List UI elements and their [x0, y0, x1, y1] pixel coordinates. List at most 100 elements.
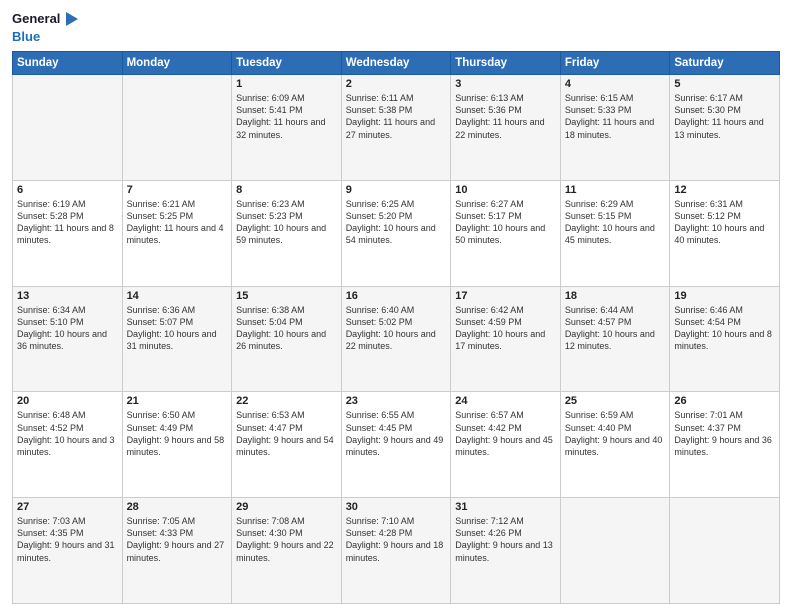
day-of-week-sunday: Sunday — [13, 52, 123, 75]
cell-info: Sunrise: 6:25 AM Sunset: 5:20 PM Dayligh… — [346, 198, 447, 247]
day-of-week-saturday: Saturday — [670, 52, 780, 75]
page: General Blue SundayMondayTuesdayWednesda… — [0, 0, 792, 612]
cell-info: Sunrise: 7:10 AM Sunset: 4:28 PM Dayligh… — [346, 515, 447, 564]
calendar-table: SundayMondayTuesdayWednesdayThursdayFrid… — [12, 51, 780, 604]
calendar-cell: 16Sunrise: 6:40 AM Sunset: 5:02 PM Dayli… — [341, 286, 451, 392]
calendar-cell: 8Sunrise: 6:23 AM Sunset: 5:23 PM Daylig… — [232, 180, 342, 286]
cell-info: Sunrise: 6:53 AM Sunset: 4:47 PM Dayligh… — [236, 409, 337, 458]
calendar-week-row: 27 Sunrise: 7:03 AM Sunset: 4:35 PM Dayli… — [13, 498, 780, 604]
calendar-cell: 18 Sunrise: 6:44 AM Sunset: 4:57 PM Dayli… — [560, 286, 670, 392]
day-number: 13 — [17, 290, 118, 302]
day-number: 20 — [17, 395, 118, 407]
cell-info: Sunrise: 6:46 AM Sunset: 4:54 PM Dayligh… — [674, 304, 775, 353]
logo-general: General — [12, 11, 60, 26]
calendar-cell: 13 Sunrise: 6:34 AM Sunset: 5:10 PM Dayli… — [13, 286, 123, 392]
cell-info: Sunrise: 6:40 AM Sunset: 5:02 PM Dayligh… — [346, 304, 447, 353]
day-number: 17 — [455, 290, 556, 302]
day-number: 8 — [236, 184, 337, 196]
cell-info: Sunrise: 6:17 AM Sunset: 5:30 PM Dayligh… — [674, 92, 775, 141]
cell-info: Sunrise: 6:57 AM Sunset: 4:42 PM Dayligh… — [455, 409, 556, 458]
cell-info: Sunrise: 7:05 AM Sunset: 4:33 PM Dayligh… — [127, 515, 228, 564]
cell-info: Sunrise: 6:34 AM Sunset: 5:10 PM Dayligh… — [17, 304, 118, 353]
calendar-cell: 14Sunrise: 6:36 AM Sunset: 5:07 PM Dayli… — [122, 286, 232, 392]
calendar-cell: 5 Sunrise: 6:17 AM Sunset: 5:30 PM Daylig… — [670, 75, 780, 181]
logo-arrow-icon — [66, 12, 78, 26]
calendar-cell — [560, 498, 670, 604]
day-of-week-tuesday: Tuesday — [232, 52, 342, 75]
cell-info: Sunrise: 6:31 AM Sunset: 5:12 PM Dayligh… — [674, 198, 775, 247]
day-number: 21 — [127, 395, 228, 407]
calendar-cell: 27 Sunrise: 7:03 AM Sunset: 4:35 PM Dayli… — [13, 498, 123, 604]
calendar-cell: 19 Sunrise: 6:46 AM Sunset: 4:54 PM Dayli… — [670, 286, 780, 392]
day-of-week-thursday: Thursday — [451, 52, 561, 75]
day-number: 7 — [127, 184, 228, 196]
cell-info: Sunrise: 7:03 AM Sunset: 4:35 PM Dayligh… — [17, 515, 118, 564]
cell-info: Sunrise: 6:27 AM Sunset: 5:17 PM Dayligh… — [455, 198, 556, 247]
day-number: 31 — [455, 501, 556, 513]
cell-info: Sunrise: 6:59 AM Sunset: 4:40 PM Dayligh… — [565, 409, 666, 458]
day-number: 3 — [455, 78, 556, 90]
cell-info: Sunrise: 6:55 AM Sunset: 4:45 PM Dayligh… — [346, 409, 447, 458]
logo-blue: Blue — [12, 29, 40, 44]
calendar-cell: 1 Sunrise: 6:09 AM Sunset: 5:41 PM Daylig… — [232, 75, 342, 181]
calendar-cell: 30 Sunrise: 7:10 AM Sunset: 4:28 PM Dayli… — [341, 498, 451, 604]
cell-info: Sunrise: 6:09 AM Sunset: 5:41 PM Dayligh… — [236, 92, 337, 141]
calendar-cell: 26 Sunrise: 7:01 AM Sunset: 4:37 PM Dayli… — [670, 392, 780, 498]
day-number: 26 — [674, 395, 775, 407]
cell-info: Sunrise: 6:11 AM Sunset: 5:38 PM Dayligh… — [346, 92, 447, 141]
calendar-cell: 20Sunrise: 6:48 AM Sunset: 4:52 PM Dayli… — [13, 392, 123, 498]
calendar-cell: 3Sunrise: 6:13 AM Sunset: 5:36 PM Daylig… — [451, 75, 561, 181]
day-number: 12 — [674, 184, 775, 196]
day-number: 6 — [17, 184, 118, 196]
day-number: 1 — [236, 78, 337, 90]
calendar-cell: 11Sunrise: 6:29 AM Sunset: 5:15 PM Dayli… — [560, 180, 670, 286]
cell-info: Sunrise: 6:44 AM Sunset: 4:57 PM Dayligh… — [565, 304, 666, 353]
calendar-cell: 22Sunrise: 6:53 AM Sunset: 4:47 PM Dayli… — [232, 392, 342, 498]
cell-info: Sunrise: 6:19 AM Sunset: 5:28 PM Dayligh… — [17, 198, 118, 247]
calendar-cell: 9 Sunrise: 6:25 AM Sunset: 5:20 PM Daylig… — [341, 180, 451, 286]
calendar-cell: 7 Sunrise: 6:21 AM Sunset: 5:25 PM Daylig… — [122, 180, 232, 286]
calendar-cell: 31 Sunrise: 7:12 AM Sunset: 4:26 PM Dayli… — [451, 498, 561, 604]
calendar-cell: 29Sunrise: 7:08 AM Sunset: 4:30 PM Dayli… — [232, 498, 342, 604]
day-number: 18 — [565, 290, 666, 302]
calendar-cell: 4Sunrise: 6:15 AM Sunset: 5:33 PM Daylig… — [560, 75, 670, 181]
header: General Blue — [12, 10, 780, 45]
day-number: 4 — [565, 78, 666, 90]
cell-info: Sunrise: 7:01 AM Sunset: 4:37 PM Dayligh… — [674, 409, 775, 458]
cell-info: Sunrise: 6:50 AM Sunset: 4:49 PM Dayligh… — [127, 409, 228, 458]
calendar-week-row: 13 Sunrise: 6:34 AM Sunset: 5:10 PM Dayli… — [13, 286, 780, 392]
calendar-week-row: 6 Sunrise: 6:19 AM Sunset: 5:28 PM Daylig… — [13, 180, 780, 286]
cell-info: Sunrise: 7:12 AM Sunset: 4:26 PM Dayligh… — [455, 515, 556, 564]
calendar-cell: 2 Sunrise: 6:11 AM Sunset: 5:38 PM Daylig… — [341, 75, 451, 181]
calendar-cell: 21 Sunrise: 6:50 AM Sunset: 4:49 PM Dayli… — [122, 392, 232, 498]
day-number: 10 — [455, 184, 556, 196]
day-number: 19 — [674, 290, 775, 302]
day-number: 25 — [565, 395, 666, 407]
calendar-week-row: 20Sunrise: 6:48 AM Sunset: 4:52 PM Dayli… — [13, 392, 780, 498]
day-number: 30 — [346, 501, 447, 513]
day-number: 29 — [236, 501, 337, 513]
day-number: 9 — [346, 184, 447, 196]
calendar-cell: 25 Sunrise: 6:59 AM Sunset: 4:40 PM Dayli… — [560, 392, 670, 498]
logo-text-block: General Blue — [12, 10, 78, 45]
day-of-week-monday: Monday — [122, 52, 232, 75]
calendar-cell: 15 Sunrise: 6:38 AM Sunset: 5:04 PM Dayli… — [232, 286, 342, 392]
day-number: 2 — [346, 78, 447, 90]
day-number: 5 — [674, 78, 775, 90]
day-number: 27 — [17, 501, 118, 513]
calendar-header-row: SundayMondayTuesdayWednesdayThursdayFrid… — [13, 52, 780, 75]
logo: General Blue — [12, 10, 78, 45]
day-of-week-wednesday: Wednesday — [341, 52, 451, 75]
calendar-cell: 6 Sunrise: 6:19 AM Sunset: 5:28 PM Daylig… — [13, 180, 123, 286]
day-number: 23 — [346, 395, 447, 407]
calendar-cell — [13, 75, 123, 181]
cell-info: Sunrise: 6:36 AM Sunset: 5:07 PM Dayligh… — [127, 304, 228, 353]
cell-info: Sunrise: 6:42 AM Sunset: 4:59 PM Dayligh… — [455, 304, 556, 353]
cell-info: Sunrise: 6:21 AM Sunset: 5:25 PM Dayligh… — [127, 198, 228, 247]
cell-info: Sunrise: 6:38 AM Sunset: 5:04 PM Dayligh… — [236, 304, 337, 353]
cell-info: Sunrise: 6:29 AM Sunset: 5:15 PM Dayligh… — [565, 198, 666, 247]
calendar-cell: 24Sunrise: 6:57 AM Sunset: 4:42 PM Dayli… — [451, 392, 561, 498]
day-number: 28 — [127, 501, 228, 513]
calendar-cell: 17 Sunrise: 6:42 AM Sunset: 4:59 PM Dayli… — [451, 286, 561, 392]
day-number: 15 — [236, 290, 337, 302]
